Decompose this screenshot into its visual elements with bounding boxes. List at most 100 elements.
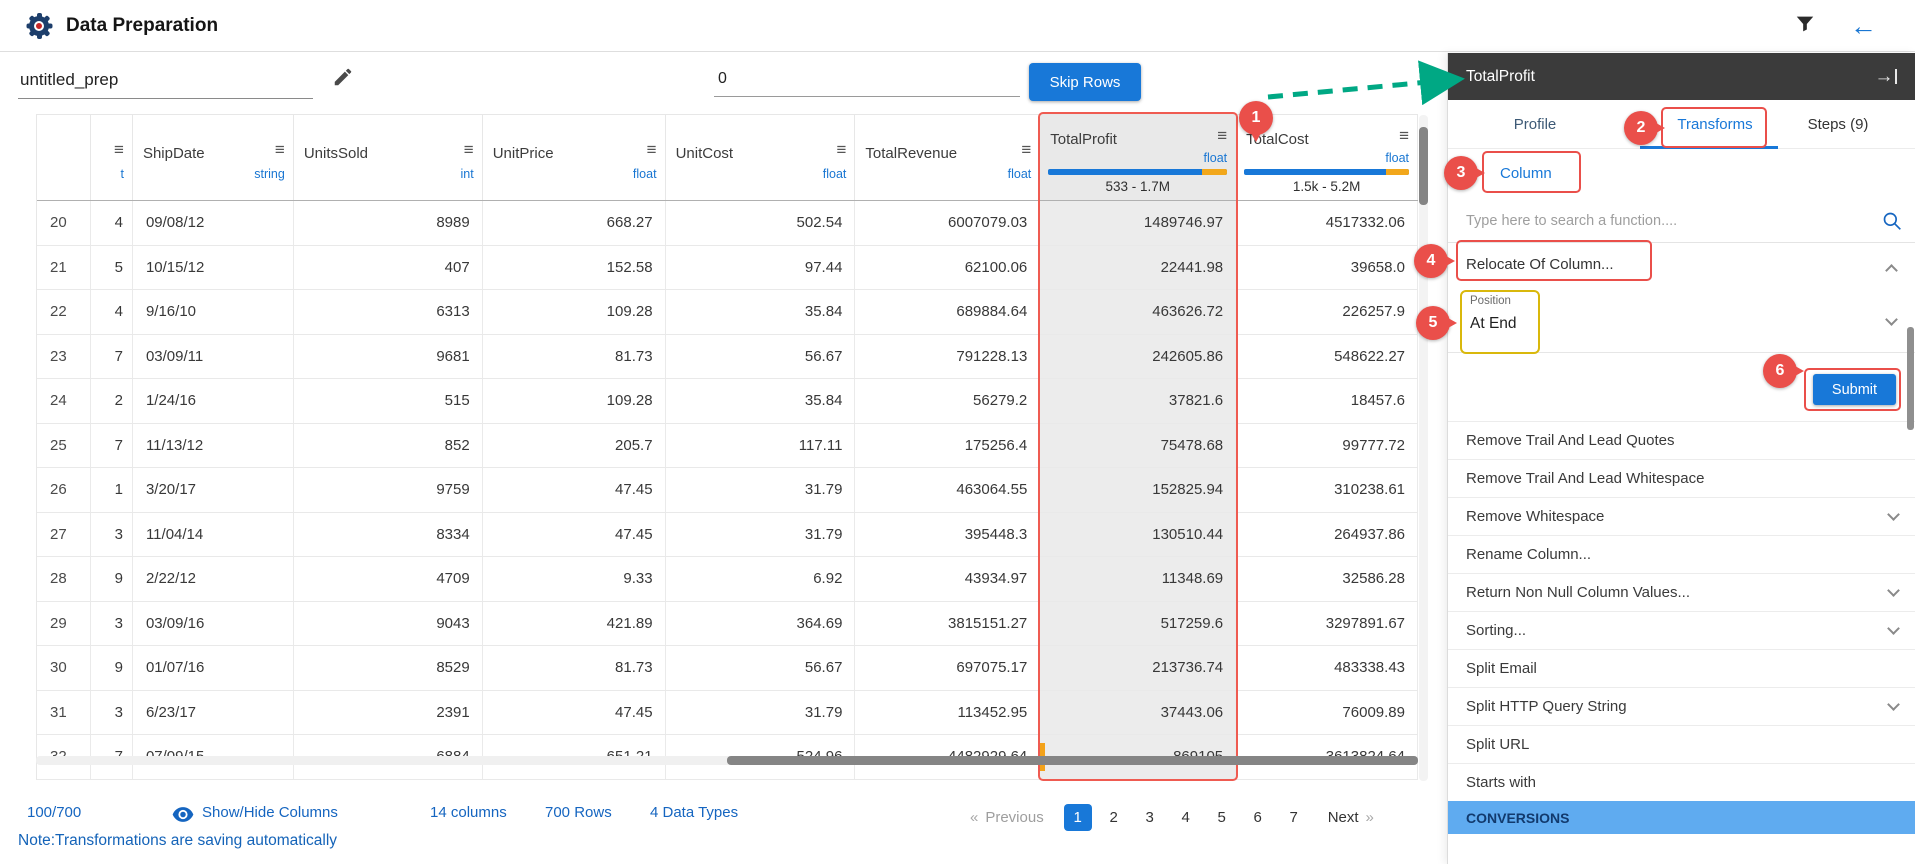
cell-n[interactable]: 27 [37, 513, 91, 557]
cell-total_cost[interactable]: 4517332.06 [1236, 201, 1418, 245]
cell-sold[interactable]: 8529 [294, 646, 483, 690]
skip-rows-input[interactable] [714, 66, 1020, 97]
cell-price[interactable]: 152.58 [483, 246, 666, 290]
cell-sold[interactable]: 8334 [294, 513, 483, 557]
collapse-panel-icon[interactable]: → [1875, 67, 1898, 86]
cell-price[interactable]: 205.7 [483, 424, 666, 468]
cell-price[interactable]: 47.45 [483, 468, 666, 512]
column-header-shipdate[interactable]: ShipDate ≡ string [133, 115, 294, 200]
cell-n[interactable]: 31 [37, 691, 91, 735]
cell-cost[interactable]: 31.79 [666, 513, 856, 557]
function-search-input[interactable] [1448, 201, 1868, 241]
cell-date[interactable]: 1/24/16 [133, 379, 294, 423]
position-select-block[interactable]: Position At End [1448, 289, 1915, 353]
function-item[interactable]: Remove Whitespace [1448, 498, 1915, 536]
cell-sold[interactable]: 9043 [294, 602, 483, 646]
cell-cost[interactable]: 56.67 [666, 335, 856, 379]
column-menu-hamburger-icon[interactable]: ≡ [1217, 127, 1227, 144]
cell-p[interactable]: 3 [91, 513, 133, 557]
cell-price[interactable]: 47.45 [483, 513, 666, 557]
cell-cost[interactable]: 6.92 [666, 557, 856, 601]
cell-n[interactable]: 21 [37, 246, 91, 290]
cell-cost[interactable]: 31.79 [666, 468, 856, 512]
cell-p[interactable]: 1 [91, 468, 133, 512]
column-header-truncated[interactable]: ≡ t [91, 115, 133, 200]
cell-profit[interactable]: 11348.69 [1040, 557, 1236, 601]
cell-cost[interactable]: 502.54 [666, 201, 856, 245]
cell-profit[interactable]: 130510.44 [1040, 513, 1236, 557]
cell-n[interactable]: 29 [37, 602, 91, 646]
cell-date[interactable]: 11/04/14 [133, 513, 294, 557]
column-menu-hamburger-icon[interactable]: ≡ [1021, 141, 1031, 158]
cell-profit[interactable]: 22441.98 [1040, 246, 1236, 290]
cell-n[interactable]: 23 [37, 335, 91, 379]
column-menu-hamburger-icon[interactable]: ≡ [837, 141, 847, 158]
cell-date[interactable]: 3/20/17 [133, 468, 294, 512]
cell-profit[interactable]: 37821.6 [1040, 379, 1236, 423]
column-header-unitprice[interactable]: UnitPrice ≡ float [483, 115, 666, 200]
cell-date[interactable]: 9/16/10 [133, 290, 294, 334]
page-button-2[interactable]: 2 [1100, 804, 1128, 831]
cell-profit[interactable]: 37443.06 [1040, 691, 1236, 735]
cell-p[interactable]: 2 [91, 379, 133, 423]
cell-total_cost[interactable]: 264937.86 [1236, 513, 1418, 557]
column-menu-hamburger-icon[interactable]: ≡ [464, 141, 474, 158]
cell-price[interactable]: 47.45 [483, 691, 666, 735]
page-button-1[interactable]: 1 [1064, 804, 1092, 831]
column-menu-hamburger-icon[interactable]: ≡ [1399, 127, 1409, 144]
column-header-unitcost[interactable]: UnitCost ≡ float [666, 115, 856, 200]
cell-profit[interactable]: 75478.68 [1040, 424, 1236, 468]
cell-profit[interactable]: 1489746.97 [1040, 201, 1236, 245]
cell-revenue[interactable]: 395448.3 [855, 513, 1040, 557]
cell-date[interactable]: 6/23/17 [133, 691, 294, 735]
page-button-6[interactable]: 6 [1244, 804, 1272, 831]
cell-revenue[interactable]: 791228.13 [855, 335, 1040, 379]
function-item[interactable]: Split Email [1448, 650, 1915, 688]
cell-revenue[interactable]: 6007079.03 [855, 201, 1040, 245]
cell-revenue[interactable]: 463064.55 [855, 468, 1040, 512]
cell-cost[interactable]: 56.67 [666, 646, 856, 690]
cell-price[interactable]: 421.89 [483, 602, 666, 646]
cell-revenue[interactable]: 62100.06 [855, 246, 1040, 290]
cell-total_cost[interactable]: 548622.27 [1236, 335, 1418, 379]
prep-name-input[interactable] [18, 66, 313, 99]
cell-date[interactable]: 03/09/16 [133, 602, 294, 646]
cell-p[interactable]: 9 [91, 557, 133, 601]
function-item-relocate-of-column[interactable]: Relocate Of Column... [1448, 243, 1915, 289]
skip-rows-button[interactable]: Skip Rows [1029, 63, 1141, 101]
cell-cost[interactable]: 364.69 [666, 602, 856, 646]
cell-sold[interactable]: 852 [294, 424, 483, 468]
cell-revenue[interactable]: 56279.2 [855, 379, 1040, 423]
cell-sold[interactable]: 407 [294, 246, 483, 290]
cell-price[interactable]: 81.73 [483, 335, 666, 379]
cell-p[interactable]: 3 [91, 602, 133, 646]
cell-profit[interactable]: 213736.74 [1040, 646, 1236, 690]
cell-sold[interactable]: 9681 [294, 335, 483, 379]
column-header-unitssold[interactable]: UnitsSold ≡ int [294, 115, 483, 200]
tab-profile[interactable]: Profile [1468, 100, 1602, 149]
cell-cost[interactable]: 35.84 [666, 379, 856, 423]
cell-n[interactable]: 28 [37, 557, 91, 601]
function-item[interactable]: Return Non Null Column Values... [1448, 574, 1915, 612]
cell-price[interactable]: 81.73 [483, 646, 666, 690]
vertical-scrollbar-thumb[interactable] [1419, 127, 1428, 205]
edit-pencil-icon[interactable] [332, 66, 354, 93]
cell-total_cost[interactable]: 226257.9 [1236, 290, 1418, 334]
function-item[interactable]: Rename Column... [1448, 536, 1915, 574]
cell-n[interactable]: 30 [37, 646, 91, 690]
column-header-totalprofit[interactable]: TotalProfit ≡ float 533 - 1.7M [1040, 115, 1236, 200]
cell-sold[interactable]: 2391 [294, 691, 483, 735]
page-button-5[interactable]: 5 [1208, 804, 1236, 831]
cell-cost[interactable]: 117.11 [666, 424, 856, 468]
function-item[interactable]: Remove Trail And Lead Quotes [1448, 422, 1915, 460]
cell-date[interactable]: 11/13/12 [133, 424, 294, 468]
cell-cost[interactable]: 35.84 [666, 290, 856, 334]
cell-n[interactable]: 25 [37, 424, 91, 468]
cell-revenue[interactable]: 697075.17 [855, 646, 1040, 690]
cell-total_cost[interactable]: 3297891.67 [1236, 602, 1418, 646]
cell-price[interactable]: 9.33 [483, 557, 666, 601]
cell-sold[interactable]: 4709 [294, 557, 483, 601]
horizontal-scrollbar[interactable] [36, 756, 1418, 765]
category-label-column[interactable]: Column [1500, 165, 1552, 182]
column-menu-hamburger-icon[interactable]: ≡ [647, 141, 657, 158]
